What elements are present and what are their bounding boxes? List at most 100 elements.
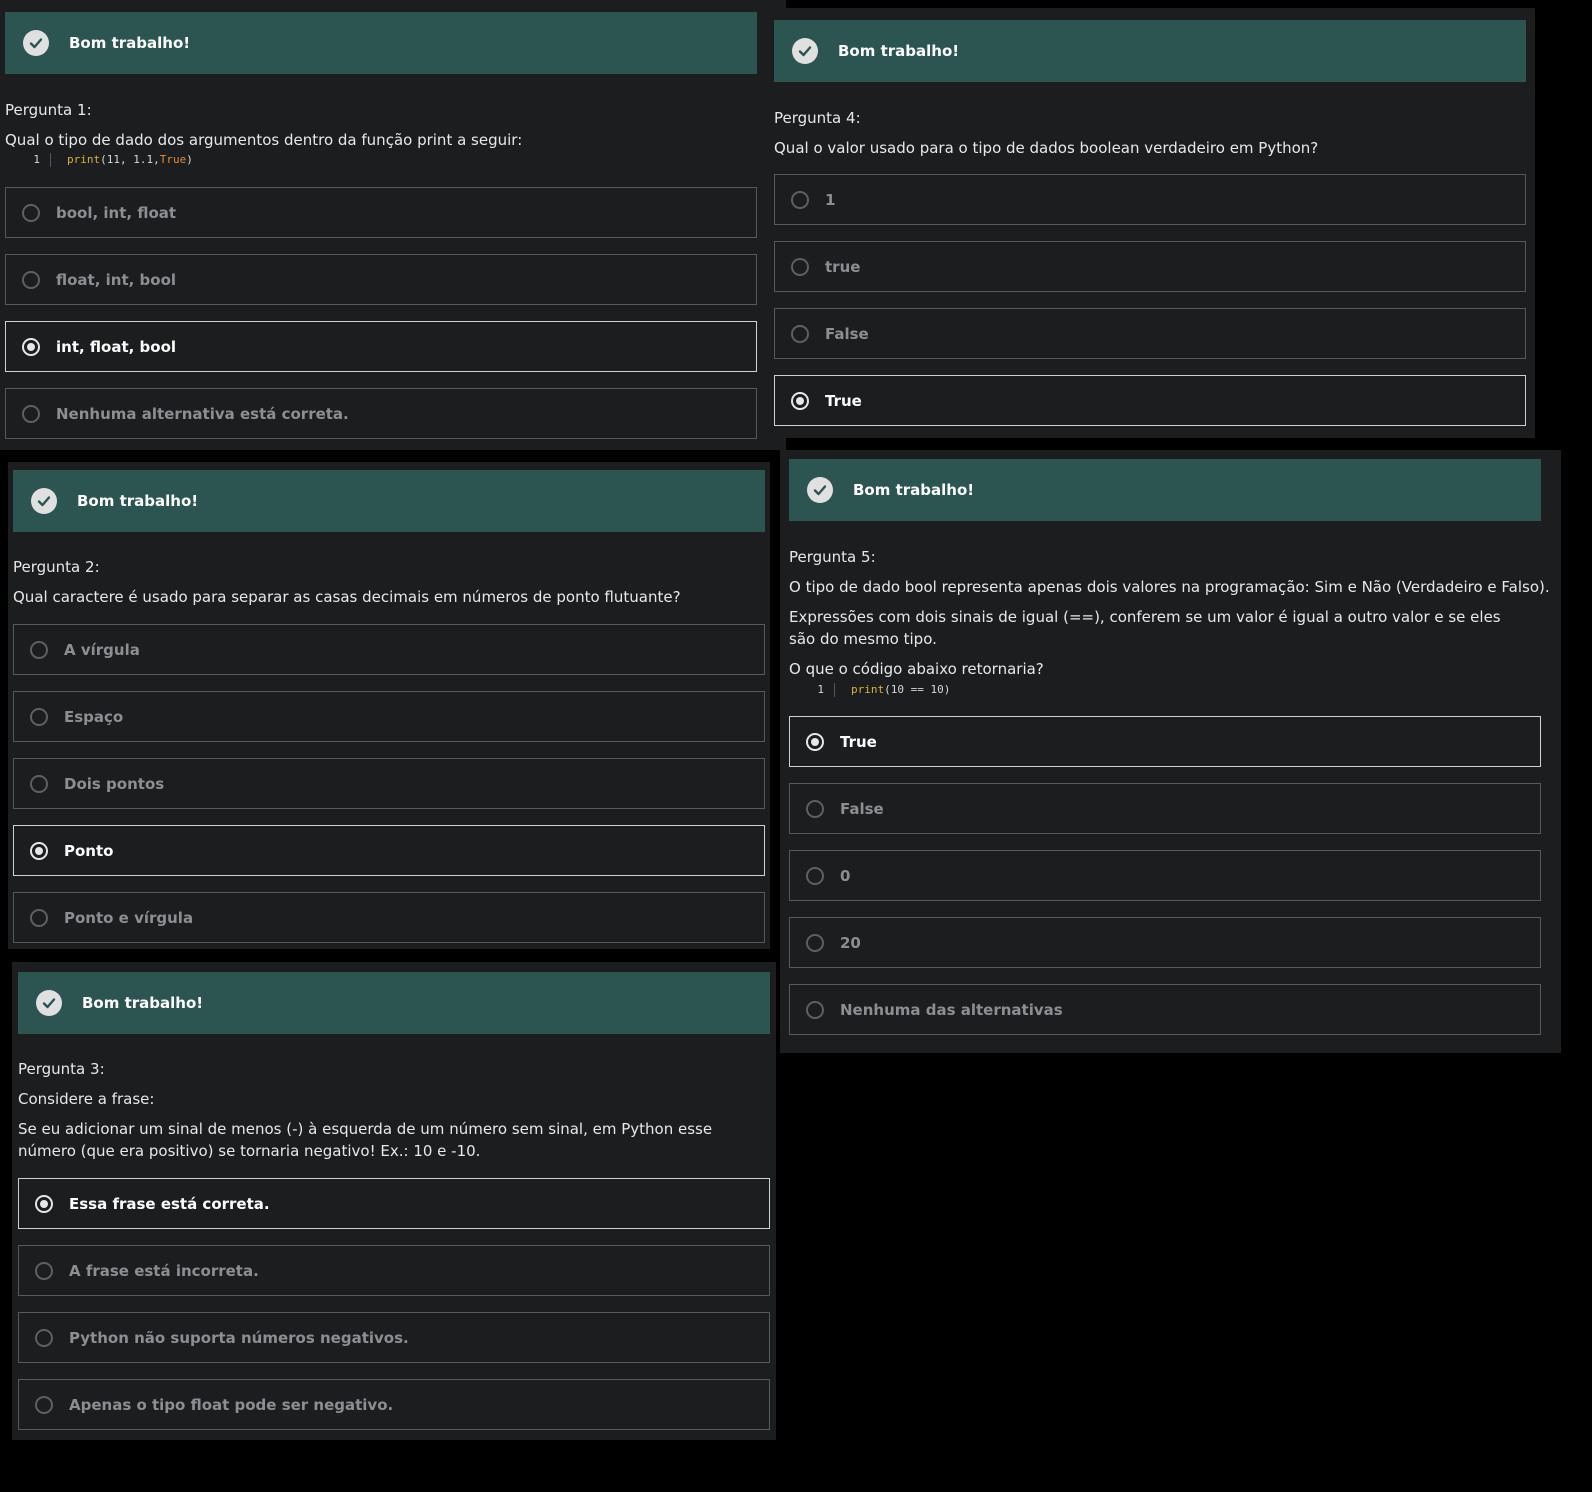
radio-button[interactable] <box>30 908 48 927</box>
option-label: Nenhuma alternativa está correta. <box>56 404 349 423</box>
option-label: Espaço <box>64 707 124 726</box>
question-2-panel: Bom trabalho! Pergunta 2: Qual caractere… <box>8 462 770 949</box>
radio-button[interactable] <box>35 1395 53 1414</box>
radio-button[interactable] <box>22 203 40 222</box>
question-text: Qual o tipo de dado dos argumentos dentr… <box>5 131 523 149</box>
option-label: Nenhuma das alternativas <box>840 1000 1063 1019</box>
answer-option[interactable]: Ponto e vírgula <box>13 892 765 943</box>
answer-option[interactable]: Nenhuma das alternativas <box>789 984 1541 1035</box>
radio-button[interactable] <box>30 774 48 793</box>
radio-button[interactable] <box>806 1000 824 1019</box>
question-text: Se eu adicionar um sinal de menos (-) à … <box>18 1120 713 1160</box>
answer-option[interactable]: Nenhuma alternativa está correta. <box>5 388 757 439</box>
radio-button[interactable] <box>35 1261 53 1280</box>
answer-option[interactable]: float, int, bool <box>5 254 757 305</box>
option-label: Python não suporta números negativos. <box>69 1328 409 1347</box>
banner-text: Bom trabalho! <box>853 481 975 499</box>
question-text: O tipo de dado bool representa apenas do… <box>789 578 1550 596</box>
option-label: 1 <box>825 190 836 209</box>
check-icon <box>31 488 57 514</box>
option-label: Apenas o tipo float pode ser negativo. <box>69 1395 394 1414</box>
answer-option-selected[interactable]: Essa frase está correta. <box>18 1178 770 1229</box>
banner-text: Bom trabalho! <box>69 34 191 52</box>
radio-button[interactable] <box>806 799 824 818</box>
answer-option[interactable]: A frase está incorreta. <box>18 1245 770 1296</box>
radio-button[interactable] <box>806 933 824 952</box>
code-snippet: 1 print (11, 1.1, True) <box>12 153 193 167</box>
radio-button[interactable] <box>791 324 809 343</box>
banner-text: Bom trabalho! <box>838 42 960 60</box>
answer-option-selected[interactable]: True <box>789 716 1541 767</box>
option-label: False <box>825 324 869 343</box>
radio-button[interactable] <box>30 707 48 726</box>
check-icon <box>36 990 62 1016</box>
banner-text: Bom trabalho! <box>82 994 204 1012</box>
question-text: Qual caractere é usado para separar as c… <box>13 588 681 606</box>
success-banner: Bom trabalho! <box>5 12 757 74</box>
answer-option[interactable]: Espaço <box>13 691 765 742</box>
answer-option[interactable]: 20 <box>789 917 1541 968</box>
question-title: Pergunta 2: <box>13 558 100 576</box>
radio-button[interactable] <box>30 841 48 860</box>
radio-button[interactable] <box>22 404 40 423</box>
question-text: Considere a frase: <box>18 1090 155 1108</box>
radio-button[interactable] <box>30 640 48 659</box>
option-label: 0 <box>840 866 851 885</box>
line-number: 1 <box>12 153 51 167</box>
radio-button[interactable] <box>806 732 824 751</box>
banner-text: Bom trabalho! <box>77 492 199 510</box>
radio-button[interactable] <box>791 391 809 410</box>
success-banner: Bom trabalho! <box>18 972 770 1034</box>
question-3-panel: Bom trabalho! Pergunta 3: Considere a fr… <box>12 962 776 1440</box>
question-5-panel: Bom trabalho! Pergunta 5: O tipo de dado… <box>780 450 1561 1053</box>
answer-option[interactable]: bool, int, float <box>5 187 757 238</box>
radio-button[interactable] <box>22 270 40 289</box>
question-title: Pergunta 4: <box>774 109 861 127</box>
answer-option[interactable]: true <box>774 241 1526 292</box>
answer-option[interactable]: Python não suporta números negativos. <box>18 1312 770 1363</box>
question-text: Expressões com dois sinais de igual (==)… <box>789 608 1501 648</box>
answer-option[interactable]: A vírgula <box>13 624 765 675</box>
answer-option-selected[interactable]: int, float, bool <box>5 321 757 372</box>
check-icon <box>792 38 818 64</box>
option-label: Ponto e vírgula <box>64 908 194 927</box>
option-label: True <box>840 732 877 751</box>
radio-button[interactable] <box>791 257 809 276</box>
question-1-panel: Bom trabalho! Pergunta 1: Qual o tipo de… <box>0 0 786 450</box>
check-icon <box>807 477 833 503</box>
question-4-panel: Bom trabalho! Pergunta 4: Qual o valor u… <box>769 8 1535 438</box>
question-text: O que o código abaixo retornaria? <box>789 660 1044 678</box>
answer-option[interactable]: False <box>774 308 1526 359</box>
radio-button[interactable] <box>22 337 40 356</box>
answer-option[interactable]: False <box>789 783 1541 834</box>
radio-button[interactable] <box>791 190 809 209</box>
question-title: Pergunta 3: <box>18 1060 105 1078</box>
option-label: Dois pontos <box>64 774 165 793</box>
option-label: A vírgula <box>64 640 140 659</box>
code-snippet: 1 print (10 == 10) <box>796 683 950 697</box>
option-label: False <box>840 799 884 818</box>
success-banner: Bom trabalho! <box>789 459 1541 521</box>
answer-option[interactable]: Dois pontos <box>13 758 765 809</box>
radio-button[interactable] <box>35 1194 53 1213</box>
answer-option-selected[interactable]: Ponto <box>13 825 765 876</box>
option-label: 20 <box>840 933 861 952</box>
option-label: float, int, bool <box>56 270 177 289</box>
option-label: Essa frase está correta. <box>69 1194 270 1213</box>
option-label: True <box>825 391 862 410</box>
radio-button[interactable] <box>35 1328 53 1347</box>
option-label: int, float, bool <box>56 337 177 356</box>
answer-option[interactable]: 0 <box>789 850 1541 901</box>
answer-option[interactable]: Apenas o tipo float pode ser negativo. <box>18 1379 770 1430</box>
option-label: Ponto <box>64 841 114 860</box>
success-banner: Bom trabalho! <box>774 20 1526 82</box>
radio-button[interactable] <box>806 866 824 885</box>
success-banner: Bom trabalho! <box>13 470 765 532</box>
option-label: A frase está incorreta. <box>69 1261 259 1280</box>
option-label: true <box>825 257 861 276</box>
answer-option-selected[interactable]: True <box>774 375 1526 426</box>
option-label: bool, int, float <box>56 203 177 222</box>
answer-option[interactable]: 1 <box>774 174 1526 225</box>
question-title: Pergunta 1: <box>5 101 92 119</box>
line-number: 1 <box>796 683 835 697</box>
